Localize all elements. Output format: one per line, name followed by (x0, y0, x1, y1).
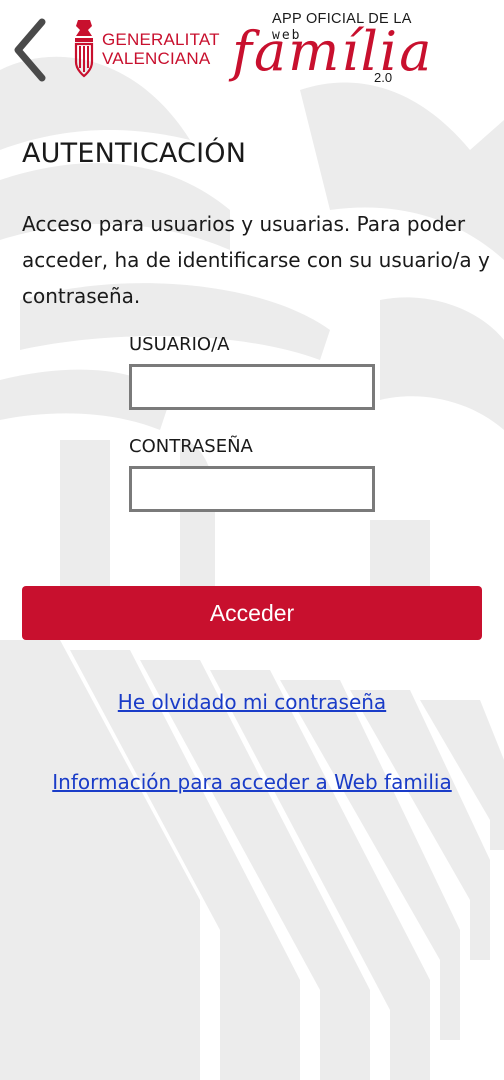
gv-logo-line2: VALENCIANA (102, 49, 211, 68)
forgot-password-link[interactable]: He olvidado mi contraseña (0, 690, 504, 714)
generalitat-valenciana-logo: GENERALITAT VALENCIANA (72, 16, 220, 82)
chevron-left-icon (14, 18, 46, 82)
info-access-link[interactable]: Información para acceder a Web familia (0, 770, 504, 794)
wf-logo-version: 2.0 (374, 70, 393, 85)
username-label: USUARIO/A (129, 334, 230, 355)
intro-text: Acceso para usuarios y usuarias. Para po… (22, 212, 490, 308)
gv-emblem-icon (74, 20, 94, 78)
page-title: AUTENTICACIÓN (22, 138, 247, 169)
password-input[interactable] (129, 466, 375, 512)
submit-button[interactable]: Acceder (22, 586, 482, 640)
gv-logo-line1: GENERALITAT (102, 30, 220, 49)
wf-logo-name: família (232, 20, 434, 83)
back-button[interactable] (6, 14, 54, 86)
password-label: CONTRASEÑA (129, 436, 253, 457)
username-input[interactable] (129, 364, 375, 410)
web-familia-logo: APP OFICIAL DE LA web família 2.0 (228, 8, 431, 88)
